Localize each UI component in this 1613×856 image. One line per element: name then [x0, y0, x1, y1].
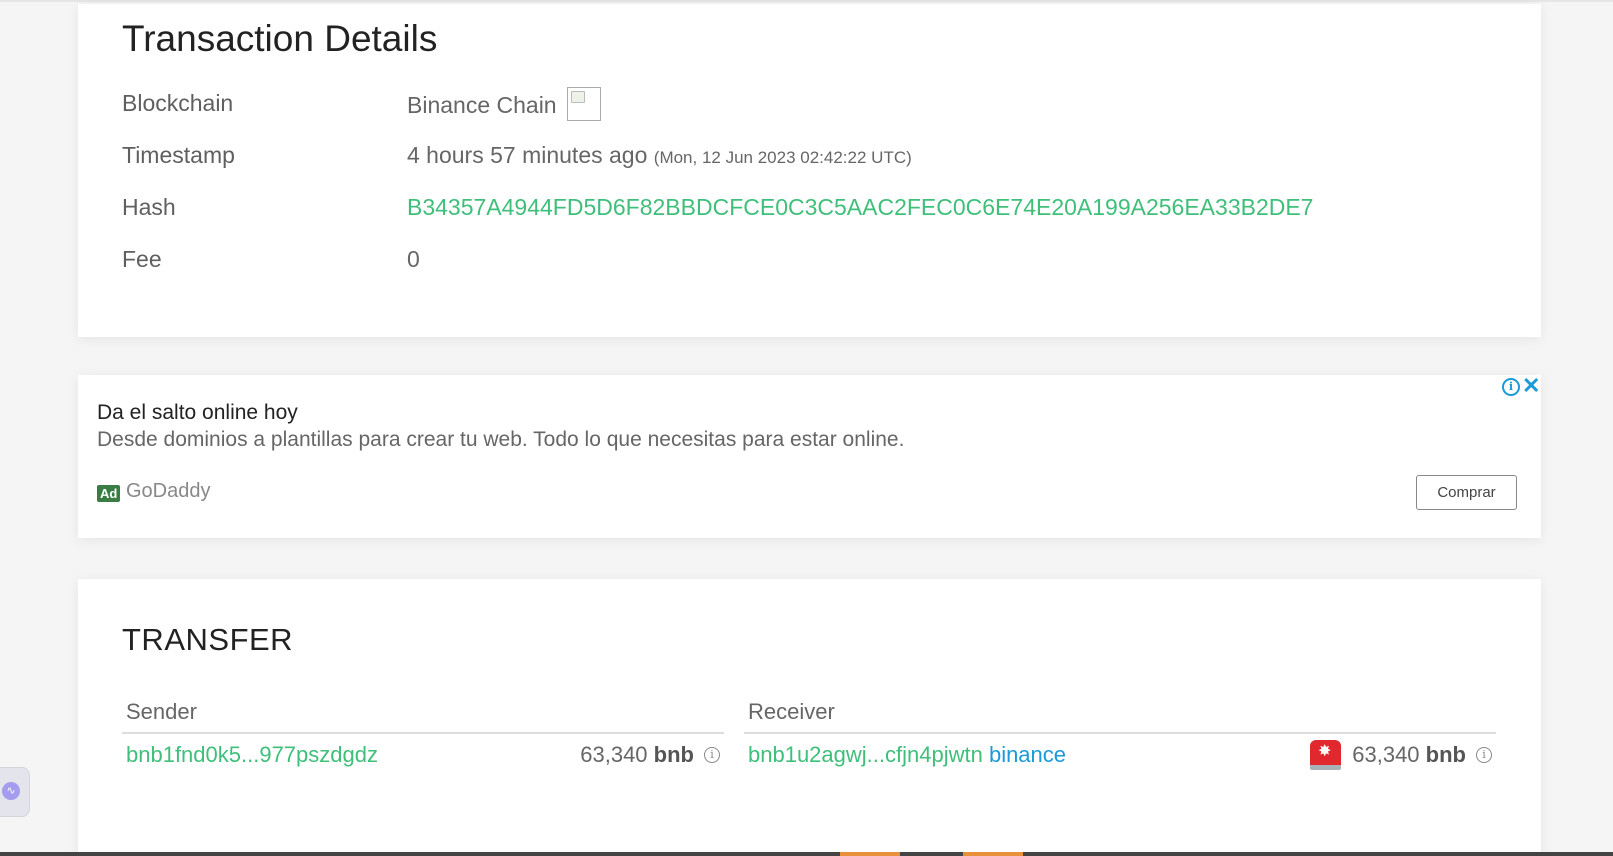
ad-info-icon[interactable]: i — [1502, 378, 1520, 396]
amount-value: 63,340 — [1352, 742, 1420, 767]
sender-entry: bnb1fnd0k5...977pszdgdz 63,340 bnb i — [122, 734, 724, 774]
sender-column: Sender bnb1fnd0k5...977pszdgdz 63,340 bn… — [122, 699, 724, 774]
detail-row-blockchain: Blockchain Binance Chain — [122, 87, 1502, 121]
taskbar-highlight — [840, 852, 900, 856]
ad-advertiser[interactable]: GoDaddy — [126, 480, 211, 503]
detail-row-timestamp: Timestamp 4 hours 57 minutes ago (Mon, 1… — [122, 142, 1502, 172]
timestamp-absolute: (Mon, 12 Jun 2023 02:42:22 UTC) — [653, 148, 912, 167]
receiver-tag-link[interactable]: binance — [989, 742, 1066, 767]
ad-badge: Ad — [97, 485, 121, 502]
assistant-icon: ∿ — [2, 782, 20, 800]
hash-link[interactable]: B34357A4944FD5D6F82BBDCFCE0C3C5AAC2FEC0C… — [407, 194, 1313, 221]
amount-unit: bnb — [1425, 742, 1466, 767]
transaction-details-card: Transaction Details Blockchain Binance C… — [78, 4, 1541, 337]
detail-label: Hash — [122, 194, 176, 220]
amount-unit: bnb — [653, 742, 694, 767]
top-divider — [0, 0, 1613, 2]
detail-value: 4 hours 57 minutes ago (Mon, 12 Jun 2023… — [407, 142, 912, 169]
amount-value: 63,340 — [580, 742, 648, 767]
detail-label: Timestamp — [122, 142, 235, 168]
broken-image-icon — [571, 91, 585, 103]
ad-description[interactable]: Desde dominios a plantillas para crear t… — [97, 428, 904, 452]
detail-label: Fee — [122, 246, 162, 272]
fee-value: 0 — [407, 246, 420, 272]
page-title: Transaction Details — [122, 18, 438, 59]
detail-value: Binance Chain — [407, 87, 601, 124]
floating-assistant-button[interactable]: ∿ — [0, 767, 30, 817]
ad-buy-button[interactable]: Comprar — [1416, 475, 1517, 510]
transfer-title: TRANSFER — [122, 622, 294, 657]
alert-siren-icon — [1310, 740, 1341, 770]
blockchain-logo-icon — [567, 87, 601, 121]
sender-address-link[interactable]: bnb1fnd0k5...977pszdgdz — [126, 742, 378, 768]
sender-amount: 63,340 bnb — [580, 742, 694, 768]
receiver-address-link[interactable]: bnb1u2agwj...cfjn4pjwtn — [748, 742, 983, 767]
info-icon[interactable]: i — [1476, 747, 1492, 763]
receiver-column: Receiver bnb1u2agwj...cfjn4pjwtn binance… — [744, 699, 1496, 774]
info-icon[interactable]: i — [704, 747, 720, 763]
receiver-amount: 63,340 bnb — [1352, 742, 1466, 768]
ad-headline[interactable]: Da el salto online hoy — [97, 401, 298, 425]
sender-header: Sender — [122, 699, 724, 734]
detail-row-fee: Fee 0 — [122, 246, 1502, 276]
timestamp-relative: 4 hours 57 minutes ago — [407, 142, 648, 168]
receiver-entry: bnb1u2agwj...cfjn4pjwtn binance 63,340 b… — [744, 734, 1496, 774]
receiver-header: Receiver — [744, 699, 1496, 734]
bottom-taskbar-edge — [0, 852, 1613, 856]
taskbar-highlight — [963, 852, 1023, 856]
ad-close-icon[interactable]: ✕ — [1522, 373, 1540, 399]
receiver-address: bnb1u2agwj...cfjn4pjwtn binance — [748, 742, 1066, 768]
blockchain-name: Binance Chain — [407, 92, 557, 119]
detail-label: Blockchain — [122, 90, 234, 116]
advertisement-card[interactable]: i ✕ Da el salto online hoy Desde dominio… — [78, 373, 1541, 538]
detail-row-hash: Hash B34357A4944FD5D6F82BBDCFCE0C3C5AAC2… — [122, 194, 1502, 224]
transfer-card: TRANSFER Sender bnb1fnd0k5...977pszdgdz … — [78, 579, 1541, 856]
